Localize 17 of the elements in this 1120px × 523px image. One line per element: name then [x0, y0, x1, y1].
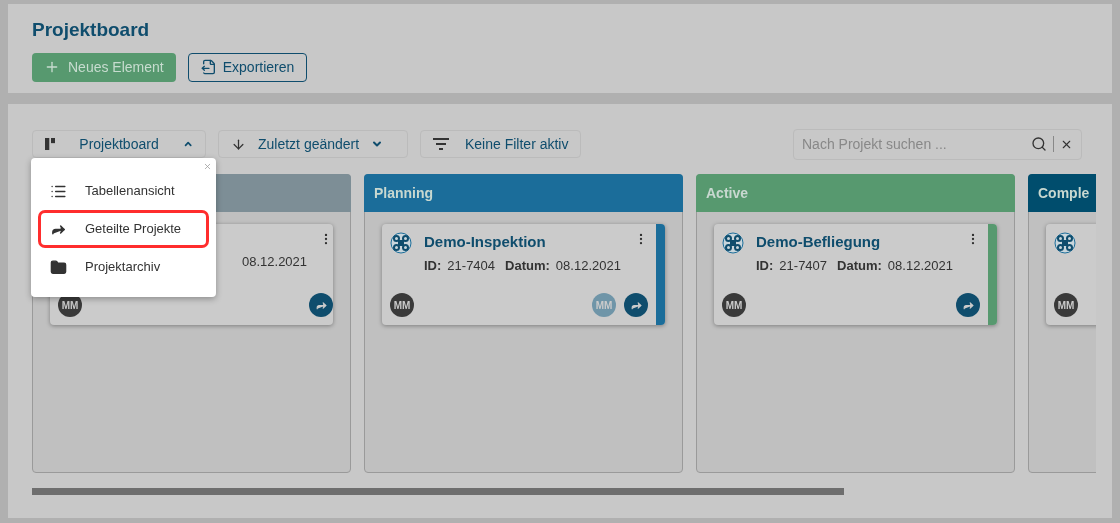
id-value: 21-7404: [447, 257, 496, 275]
id-value: 21-7407: [779, 257, 828, 275]
date-label: Datum:: [837, 257, 882, 275]
id-label: ID:: [756, 257, 774, 275]
user-avatar: MM: [592, 293, 616, 317]
user-avatar: MM: [1054, 293, 1078, 317]
column-title: Active: [706, 183, 749, 203]
user-avatar: MM: [722, 293, 746, 317]
id-label: ID:: [424, 257, 442, 275]
date-value: 08.12.2021: [887, 257, 953, 275]
user-avatar: MM: [390, 293, 414, 317]
column-title: Comple: [1038, 183, 1090, 203]
date-label: Datum:: [505, 257, 550, 275]
column-title: Planning: [374, 183, 434, 203]
page-title: Projektboard: [32, 18, 151, 42]
date-value: 08.12.2021: [555, 257, 621, 275]
date-value: 08.12.2021: [242, 253, 308, 271]
